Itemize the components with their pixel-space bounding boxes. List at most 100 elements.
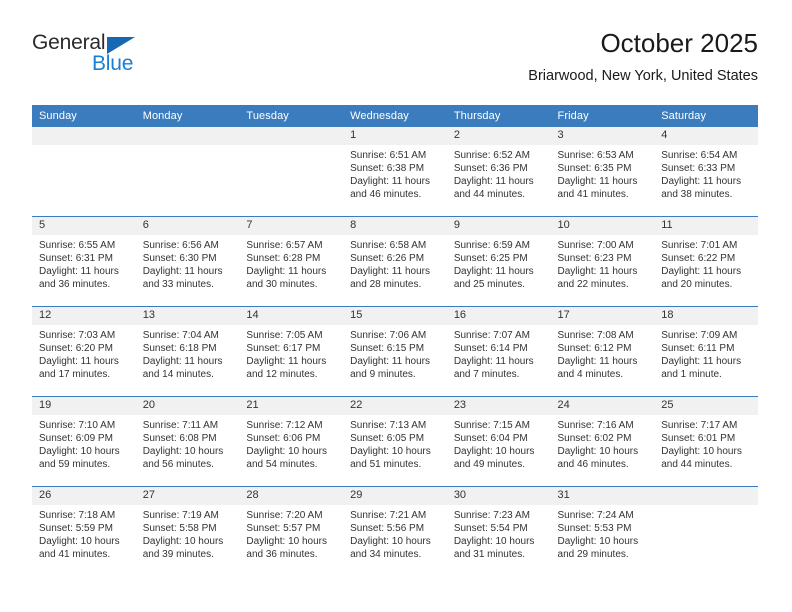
sunrise-time: Sunrise: 7:01 AM	[661, 240, 738, 251]
day-cell-details: Sunrise: 7:20 AM Sunset: 5:57 PM Daylight:…	[239, 505, 343, 561]
calendar-day-cell[interactable]: 5 Sunrise: 6:55 AM Sunset: 6:31 PM Daylight…	[32, 216, 136, 307]
calendar-day-cell[interactable]: 21 Sunrise: 7:12 AM Sunset: 6:06 PM Dayligh…	[239, 396, 344, 487]
day-cell-inner: 21 Sunrise: 7:12 AM Sunset: 6:06 PM Dayligh…	[239, 397, 344, 486]
daylight-duration-line1: Daylight: 11 hours	[350, 176, 430, 188]
daylight-duration-line1: Daylight: 10 hours	[453, 536, 535, 548]
day-cell-inner: 16 Sunrise: 7:07 AM Sunset: 6:14 PM Dayligh…	[446, 307, 551, 396]
sunrise-time: Sunrise: 7:20 AM	[246, 510, 323, 521]
sunrise-time: Sunrise: 6:57 AM	[246, 240, 323, 251]
day-number: 16	[446, 307, 551, 325]
sunset-time: Sunset: 5:57 PM	[246, 523, 321, 535]
calendar-day-cell[interactable]: 23 Sunrise: 7:15 AM Sunset: 6:04 PM Dayligh…	[446, 396, 551, 487]
day-cell-inner: 10 Sunrise: 7:00 AM Sunset: 6:23 PM Dayligh…	[550, 217, 655, 306]
calendar-day-cell[interactable]: 29 Sunrise: 7:21 AM Sunset: 5:56 PM Dayligh…	[343, 486, 447, 576]
daylight-duration-line1: Daylight: 10 hours	[557, 446, 639, 458]
daylight-duration-line1: Daylight: 11 hours	[142, 266, 223, 278]
weekday-header-sunday: Sunday	[32, 105, 136, 127]
day-number: 4	[654, 127, 758, 145]
sunset-time: Sunset: 5:59 PM	[39, 523, 113, 535]
day-cell-details: Sunrise: 6:57 AM Sunset: 6:28 PM Daylight:…	[239, 235, 343, 291]
day-cell-inner: 1 Sunrise: 6:51 AM Sunset: 6:38 PM Daylight…	[343, 127, 447, 216]
day-number: 2	[446, 127, 551, 145]
calendar-day-cell[interactable]: 16 Sunrise: 7:07 AM Sunset: 6:14 PM Dayligh…	[446, 306, 551, 397]
calendar-day-cell[interactable]: 15 Sunrise: 7:06 AM Sunset: 6:15 PM Dayligh…	[343, 306, 447, 397]
calendar-day-cell[interactable]: 24 Sunrise: 7:16 AM Sunset: 6:02 PM Dayligh…	[550, 396, 655, 487]
day-cell-inner: 29 Sunrise: 7:21 AM Sunset: 5:56 PM Dayligh…	[343, 487, 447, 576]
daylight-duration-line2: and 7 minutes.	[453, 369, 520, 381]
calendar-day-cell[interactable]: 20 Sunrise: 7:11 AM Sunset: 6:08 PM Dayligh…	[135, 396, 240, 487]
sunrise-time: Sunrise: 7:18 AM	[39, 510, 116, 521]
calendar-day-cell[interactable]: 9 Sunrise: 6:59 AM Sunset: 6:25 PM Daylight…	[446, 216, 551, 307]
sunset-time: Sunset: 6:22 PM	[661, 253, 736, 265]
calendar-day-cell[interactable]: 27 Sunrise: 7:19 AM Sunset: 5:58 PM Dayligh…	[135, 486, 240, 576]
day-cell-details: Sunrise: 6:53 AM Sunset: 6:35 PM Daylight:…	[551, 145, 655, 201]
day-cell-inner: 15 Sunrise: 7:06 AM Sunset: 6:15 PM Dayligh…	[343, 307, 447, 396]
day-cell-inner: 4 Sunrise: 6:54 AM Sunset: 6:33 PM Daylight…	[654, 127, 758, 216]
day-cell-details: Sunrise: 7:11 AM Sunset: 6:08 PM Daylight:…	[136, 415, 240, 471]
day-cell-inner	[32, 127, 136, 216]
day-number	[32, 127, 136, 145]
day-cell-inner: 14 Sunrise: 7:05 AM Sunset: 6:17 PM Dayligh…	[239, 307, 344, 396]
day-cell-details: Sunrise: 6:58 AM Sunset: 6:26 PM Daylight:…	[343, 235, 447, 291]
calendar-day-cell[interactable]: 4 Sunrise: 6:54 AM Sunset: 6:33 PM Daylight…	[654, 127, 758, 217]
day-cell-inner	[654, 487, 758, 576]
daylight-duration-line2: and 56 minutes.	[142, 459, 214, 471]
calendar-day-cell[interactable]: 18 Sunrise: 7:09 AM Sunset: 6:11 PM Dayligh…	[654, 306, 758, 397]
daylight-duration-line1: Daylight: 11 hours	[350, 356, 430, 368]
calendar-day-cell[interactable]: 12 Sunrise: 7:03 AM Sunset: 6:20 PM Dayligh…	[32, 306, 136, 397]
calendar-day-cell[interactable]: 11 Sunrise: 7:01 AM Sunset: 6:22 PM Dayligh…	[654, 216, 758, 307]
sunrise-time: Sunrise: 7:19 AM	[142, 510, 219, 521]
calendar-body: 1 Sunrise: 6:51 AM Sunset: 6:38 PM Daylight…	[32, 127, 758, 576]
day-number: 9	[446, 217, 551, 235]
general-blue-logo[interactable]: General Blue	[32, 31, 212, 87]
sunset-time: Sunset: 6:18 PM	[142, 343, 217, 355]
day-cell-details: Sunrise: 7:06 AM Sunset: 6:15 PM Daylight:…	[343, 325, 447, 381]
calendar-day-cell[interactable]: 1 Sunrise: 6:51 AM Sunset: 6:38 PM Daylight…	[343, 127, 447, 217]
sunset-time: Sunset: 6:14 PM	[453, 343, 528, 355]
day-cell-details	[32, 145, 136, 149]
sunrise-time: Sunrise: 7:07 AM	[453, 330, 530, 341]
sunset-time: Sunset: 6:28 PM	[246, 253, 321, 265]
daylight-duration-line1: Daylight: 11 hours	[350, 266, 430, 278]
day-number: 14	[239, 307, 344, 325]
daylight-duration-line1: Daylight: 11 hours	[661, 176, 742, 188]
calendar-day-cell[interactable]: 6 Sunrise: 6:56 AM Sunset: 6:30 PM Daylight…	[135, 216, 240, 307]
sunrise-time: Sunrise: 7:13 AM	[350, 420, 427, 431]
calendar-day-cell[interactable]: 17 Sunrise: 7:08 AM Sunset: 6:12 PM Dayligh…	[550, 306, 655, 397]
daylight-duration-line2: and 1 minute.	[661, 369, 722, 381]
sunset-time: Sunset: 5:56 PM	[350, 523, 425, 535]
day-cell-details	[239, 145, 343, 149]
calendar-day-cell[interactable]: 31 Sunrise: 7:24 AM Sunset: 5:53 PM Dayligh…	[550, 486, 655, 576]
calendar-day-cell[interactable]: 7 Sunrise: 6:57 AM Sunset: 6:28 PM Daylight…	[239, 216, 344, 307]
calendar-day-cell[interactable]: 26 Sunrise: 7:18 AM Sunset: 5:59 PM Dayligh…	[32, 486, 136, 576]
day-cell-inner: 22 Sunrise: 7:13 AM Sunset: 6:05 PM Dayligh…	[343, 397, 447, 486]
day-cell-details: Sunrise: 6:59 AM Sunset: 6:25 PM Daylight:…	[447, 235, 551, 291]
day-cell-inner: 30 Sunrise: 7:23 AM Sunset: 5:54 PM Dayligh…	[446, 487, 551, 576]
daylight-duration-line1: Daylight: 10 hours	[246, 536, 328, 548]
calendar-day-cell[interactable]: 22 Sunrise: 7:13 AM Sunset: 6:05 PM Dayligh…	[343, 396, 447, 487]
sunset-time: Sunset: 6:35 PM	[557, 163, 632, 175]
calendar-day-cell[interactable]: 3 Sunrise: 6:53 AM Sunset: 6:35 PM Daylight…	[550, 127, 655, 217]
day-cell-details: Sunrise: 7:03 AM Sunset: 6:20 PM Daylight:…	[32, 325, 136, 381]
day-number: 30	[446, 487, 551, 505]
day-cell-details: Sunrise: 7:04 AM Sunset: 6:18 PM Daylight:…	[136, 325, 240, 381]
calendar-day-cell[interactable]: 8 Sunrise: 6:58 AM Sunset: 6:26 PM Daylight…	[343, 216, 447, 307]
day-cell-inner: 9 Sunrise: 6:59 AM Sunset: 6:25 PM Daylight…	[446, 217, 551, 306]
daylight-duration-line1: Daylight: 10 hours	[557, 536, 639, 548]
day-cell-inner: 8 Sunrise: 6:58 AM Sunset: 6:26 PM Daylight…	[343, 217, 447, 306]
sunset-time: Sunset: 6:38 PM	[350, 163, 425, 175]
calendar-day-cell[interactable]: 30 Sunrise: 7:23 AM Sunset: 5:54 PM Dayligh…	[446, 486, 551, 576]
day-number: 31	[550, 487, 655, 505]
sunrise-time: Sunrise: 7:05 AM	[246, 330, 323, 341]
calendar-day-cell[interactable]: 13 Sunrise: 7:04 AM Sunset: 6:18 PM Dayligh…	[135, 306, 240, 397]
calendar-day-cell[interactable]: 14 Sunrise: 7:05 AM Sunset: 6:17 PM Dayligh…	[239, 306, 344, 397]
daylight-duration-line2: and 41 minutes.	[39, 549, 111, 561]
calendar-day-cell[interactable]: 25 Sunrise: 7:17 AM Sunset: 6:01 PM Dayligh…	[654, 396, 758, 487]
daylight-duration-line1: Daylight: 11 hours	[39, 356, 119, 368]
calendar-day-cell[interactable]: 10 Sunrise: 7:00 AM Sunset: 6:23 PM Dayligh…	[550, 216, 655, 307]
day-cell-details: Sunrise: 7:09 AM Sunset: 6:11 PM Daylight:…	[654, 325, 758, 381]
calendar-day-cell[interactable]: 19 Sunrise: 7:10 AM Sunset: 6:09 PM Dayligh…	[32, 396, 136, 487]
daylight-duration-line1: Daylight: 11 hours	[246, 356, 327, 368]
calendar-day-cell[interactable]: 2 Sunrise: 6:52 AM Sunset: 6:36 PM Daylight…	[446, 127, 551, 217]
calendar-day-cell[interactable]: 28 Sunrise: 7:20 AM Sunset: 5:57 PM Dayligh…	[239, 486, 344, 576]
